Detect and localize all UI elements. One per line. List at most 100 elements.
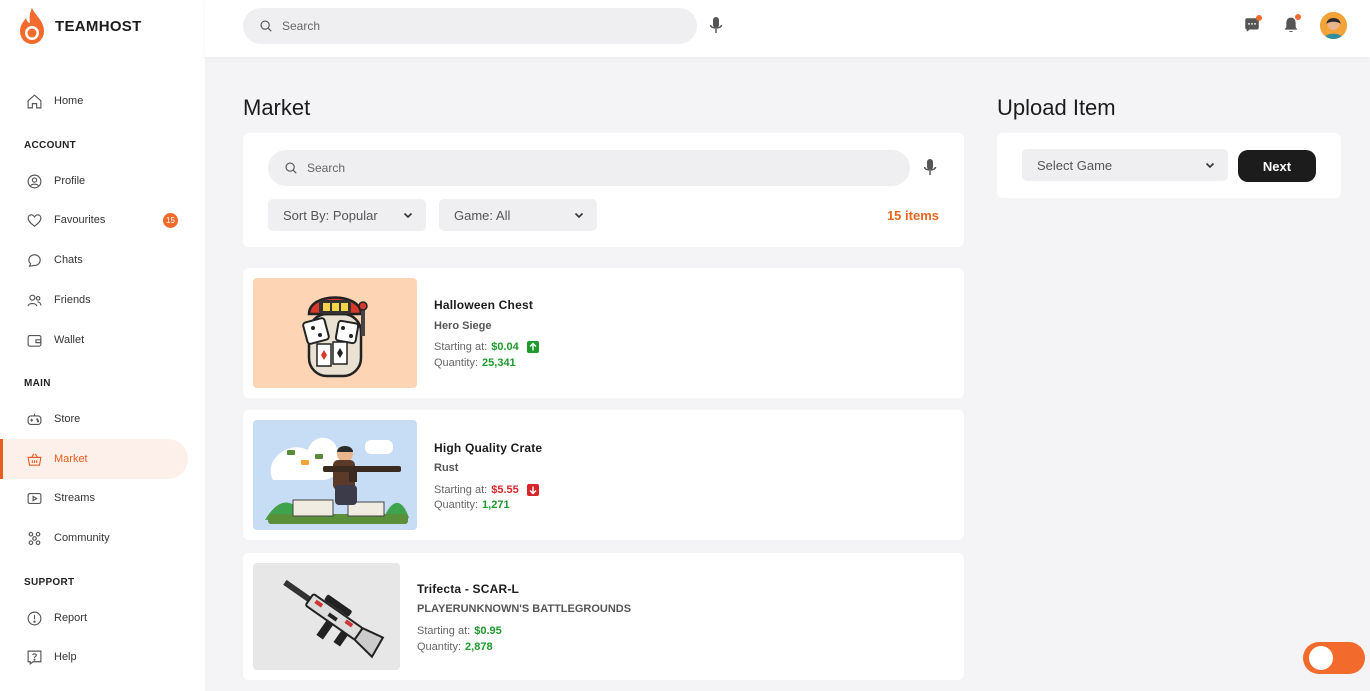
sidebar-item-report[interactable]: Report [0,598,188,638]
item-name: High Quality Crate [434,441,543,455]
sidebar-item-home[interactable]: Home [0,81,188,121]
section-support: SUPPORT [24,577,75,588]
toggle-knob [1309,646,1333,670]
section-account: ACCOUNT [24,140,77,151]
heart-icon [25,211,43,229]
quantity-label: Quantity: [434,499,479,511]
global-search-input[interactable] [282,19,662,33]
item-quantity-line: Quantity: 2,878 [417,641,493,653]
global-search[interactable] [243,8,697,44]
item-thumbnail [253,278,417,388]
sidebar-item-label: Friends [54,294,91,306]
market-filters-card: Sort By: Popular Game: All 15 items [243,133,964,247]
user-avatar-icon [1320,12,1347,39]
sidebar: TEAMHOST Home ACCOUNT Profile Favourites… [0,0,205,691]
select-game-value: Select Game [1037,157,1113,173]
item-price: $0.95 [474,625,502,637]
sidebar-item-chats[interactable]: Chats [0,240,188,280]
item-quantity: 1,271 [482,499,510,511]
wallet-icon [25,331,43,349]
item-quantity-line: Quantity: 25,341 [434,357,516,369]
sidebar-item-label: Chats [54,254,83,266]
top-bar [205,0,1370,57]
sidebar-item-label: Store [54,413,81,425]
price-label: Starting at: [434,341,488,353]
sidebar-item-wallet[interactable]: Wallet [0,320,188,360]
game-filter-value: Game: All [454,207,511,223]
theme-toggle[interactable] [1303,642,1365,674]
chevron-down-icon [1205,162,1215,169]
item-price-line: Starting at: $0.95 [417,625,502,637]
sidebar-item-friends[interactable]: Friends [0,280,188,320]
sidebar-item-label: Profile [54,175,86,187]
unread-dot [1256,15,1262,21]
notification-dot [1295,14,1301,20]
logo[interactable]: TEAMHOST [19,7,142,45]
chat-icon [25,251,43,269]
sort-select[interactable]: Sort By: Popular [268,199,426,231]
community-icon [25,529,43,547]
trend-up-icon [526,341,539,353]
avatar[interactable] [1320,12,1347,39]
home-icon [25,92,43,110]
market-item[interactable]: High Quality Crate Rust Starting at: $5.5… [243,410,964,540]
messages-button[interactable] [1241,14,1263,36]
item-thumbnail [253,420,417,530]
select-game-dropdown[interactable]: Select Game [1022,149,1228,181]
item-game: PLAYERUNKNOWN'S BATTLEGROUNDS [417,603,632,615]
next-button[interactable]: Next [1238,150,1316,182]
price-label: Starting at: [417,625,471,637]
chevron-down-icon [574,212,584,219]
market-item[interactable]: Trifecta - SCAR-L PLAYERUNKNOWN'S BATTLE… [243,553,964,680]
help-icon [25,648,43,666]
upload-card: Select Game Next [997,133,1341,198]
sort-select-value: Sort By: Popular [283,207,378,223]
friends-icon [25,291,43,309]
quantity-label: Quantity: [434,357,479,369]
gamepad-icon [25,410,43,428]
microphone-icon[interactable] [923,159,937,177]
item-price: $5.55 [491,484,519,496]
market-search-input[interactable] [307,161,687,175]
sidebar-item-market[interactable]: Market [0,439,188,479]
item-thumbnail [253,563,400,670]
item-game: Rust [434,462,459,474]
favourites-badge: 15 [163,213,178,228]
item-quantity: 2,878 [465,641,493,653]
alert-icon [25,609,43,627]
game-filter-select[interactable]: Game: All [439,199,597,231]
sidebar-item-label: Help [54,651,77,663]
brand-name: TEAMHOST [55,17,142,35]
crate-illustration-icon [265,437,409,524]
rifle-illustration-icon [283,579,385,659]
item-price-line: Starting at: $0.04 [434,341,539,353]
sidebar-item-store[interactable]: Store [0,399,188,439]
sidebar-item-label: Community [54,532,110,544]
item-price: $0.04 [491,341,519,353]
trend-down-icon [526,484,539,496]
market-item[interactable]: Halloween Chest Hero Siege Starting at: $… [243,268,964,398]
market-search[interactable] [268,150,910,186]
chevron-down-icon [403,212,413,219]
sidebar-item-community[interactable]: Community [0,518,188,558]
microphone-icon[interactable] [709,17,723,35]
upload-title: Upload Item [997,95,1116,120]
item-name: Halloween Chest [434,298,534,312]
section-main: MAIN [24,378,51,389]
search-icon [285,162,297,174]
sidebar-item-profile[interactable]: Profile [0,161,188,201]
sidebar-item-streams[interactable]: Streams [0,478,188,518]
sidebar-item-help[interactable]: Help [0,637,188,677]
sidebar-item-favourites[interactable]: Favourites 15 [0,200,188,240]
sidebar-item-label: Streams [54,492,95,504]
chest-illustration-icon [302,296,368,378]
item-game: Hero Siege [434,320,492,332]
sidebar-item-label: Wallet [54,334,85,346]
video-icon [25,489,43,507]
notifications-button[interactable] [1280,14,1302,36]
item-name: Trifecta - SCAR-L [417,582,520,596]
price-label: Starting at: [434,484,488,496]
basket-icon [25,450,43,468]
page-title: Market [243,95,311,120]
sidebar-item-label: Favourites [54,214,106,226]
